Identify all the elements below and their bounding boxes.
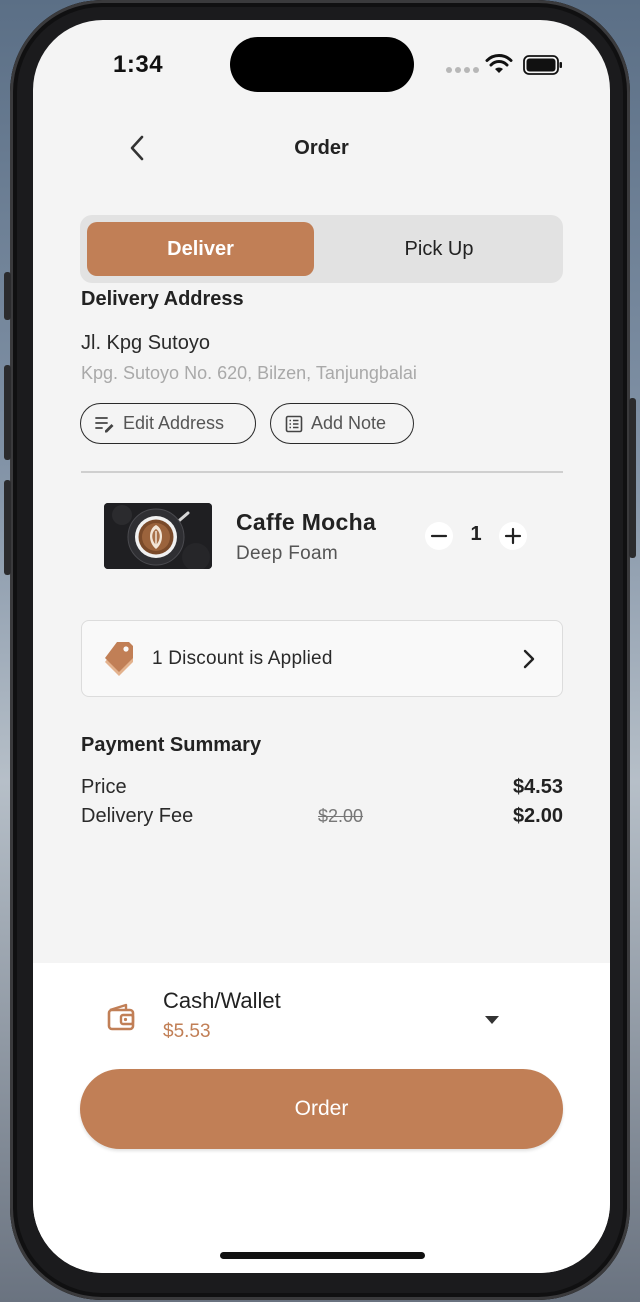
volume-down-button [4,480,11,575]
product-variant: Deep Foam [236,543,338,564]
dynamic-island [230,37,414,92]
increase-quantity-button[interactable] [499,522,527,550]
product-image [104,503,212,569]
battery-icon [523,55,563,80]
discount-tag-icon [104,641,136,682]
address-detail: Kpg. Sutoyo No. 620, Bilzen, Tanjungbala… [81,363,417,383]
delivery-fee-original: $2.00 [318,806,364,826]
edit-icon [95,416,114,432]
edit-address-label: Edit Address [123,413,225,433]
price-label: Price [81,776,127,798]
power-button [629,398,636,558]
discount-card[interactable]: 1 Discount is Applied [81,620,563,697]
checkout-sheet: Cash/Wallet $5.53 Order [33,963,610,1273]
price-value: $4.53 [512,776,563,798]
delivery-fee-value: $2.00 [512,805,563,827]
tab-pickup[interactable]: Pick Up [321,222,557,276]
status-time: 1:34 [113,51,164,78]
order-button[interactable]: Order [80,1069,563,1149]
quantity-value: 1 [470,523,482,545]
plus-icon [504,527,522,545]
delivery-fee-label: Delivery Fee [81,805,194,827]
note-icon [285,415,303,432]
wallet-icon [106,1002,136,1037]
discount-text: 1 Discount is Applied [152,648,333,669]
add-note-label: Add Note [311,413,387,433]
decrease-quantity-button[interactable] [425,522,453,550]
address-street: Jl. Kpg Sutoyo [81,332,210,354]
payment-method[interactable]: Cash/Wallet [163,988,281,1014]
payment-amount: $5.53 [163,1021,211,1042]
minus-icon [430,534,448,538]
mute-switch [4,272,11,320]
dropdown-icon[interactable] [484,1012,500,1030]
signal-icon [446,67,479,73]
add-note-button[interactable]: Add Note [270,403,414,444]
delivery-address-title: Delivery Address [81,288,244,310]
app-screen: 1:34 Order Deliver Pick Up Delivery Addr… [33,20,610,1273]
order-type-toggle: Deliver Pick Up [80,215,563,283]
product-name: Caffe Mocha [236,509,377,535]
page-title: Order [294,137,349,159]
edit-address-button[interactable]: Edit Address [80,403,256,444]
volume-up-button [4,365,11,460]
home-indicator [220,1252,425,1259]
wifi-icon [485,53,513,80]
tab-deliver[interactable]: Deliver [87,222,314,276]
chevron-right-icon [522,649,536,674]
divider [81,471,563,473]
payment-summary-title: Payment Summary [81,734,262,756]
